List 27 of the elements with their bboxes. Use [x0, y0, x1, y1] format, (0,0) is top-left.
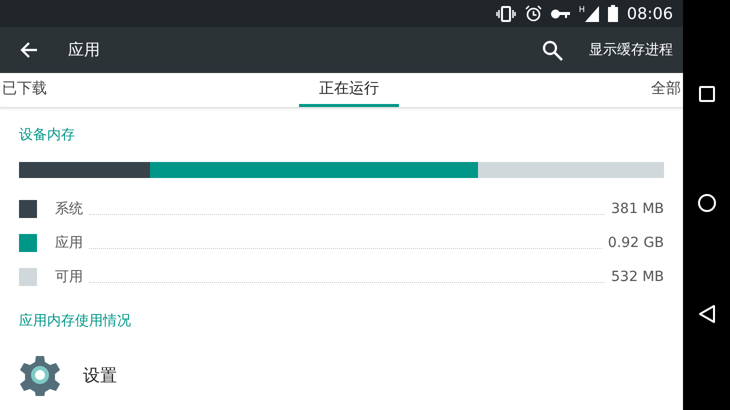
- gear-icon: [19, 354, 61, 396]
- recents-icon[interactable]: [698, 86, 714, 102]
- tab[interactable]: 全部: [649, 73, 683, 108]
- search-icon[interactable]: [542, 40, 563, 61]
- network-type: H: [578, 5, 585, 14]
- legend-value: 532 MB: [611, 269, 664, 286]
- legend-value: 0.92 GB: [608, 235, 664, 252]
- clock: 08:06: [626, 4, 673, 24]
- signal-icon: [584, 6, 599, 22]
- tab[interactable]: 正在运行: [299, 73, 399, 108]
- alarm-icon: [524, 5, 542, 22]
- tab[interactable]: 已下载: [0, 73, 49, 108]
- back-arrow-icon[interactable]: [20, 41, 38, 60]
- toolbar-title: 应用: [68, 40, 101, 61]
- key-icon: [550, 8, 570, 19]
- legend-label: 系统: [55, 200, 83, 218]
- vibrate-icon: [496, 6, 516, 22]
- legend-label: 可用: [55, 268, 83, 286]
- section-title: 应用内存使用情况: [18, 312, 132, 332]
- app-name[interactable]: 设置: [83, 364, 117, 387]
- back-icon[interactable]: [698, 304, 716, 324]
- legend-value: 381 MB: [611, 201, 664, 218]
- show-cached-processes-button[interactable]: 显示缓存进程: [589, 41, 673, 60]
- legend-label: 应用: [55, 234, 83, 252]
- home-icon[interactable]: [698, 194, 716, 212]
- battery-icon: [608, 5, 618, 22]
- section-title: 设备内存: [18, 126, 76, 146]
